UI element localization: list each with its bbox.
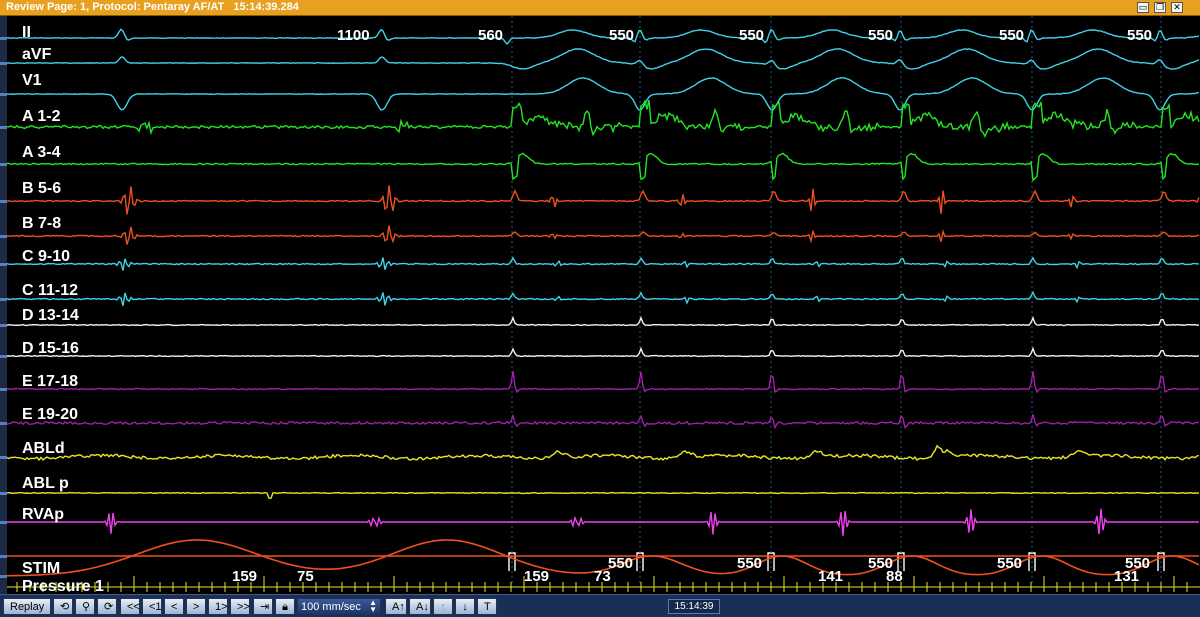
cycle-length-bottom: 550 [737, 555, 763, 572]
trace-aVF [7, 48, 1200, 70]
channel-label-D1314[interactable]: D 13-14 [22, 307, 79, 325]
channel-label-II[interactable]: II [22, 24, 31, 42]
channel-label-aVF[interactable]: aVF [22, 46, 51, 64]
cycle-length-top: 550 [739, 27, 765, 44]
ecg-trace-area [7, 16, 1200, 592]
channel-gain-handle[interactable] [0, 235, 7, 238]
interval-measure: 159 [232, 568, 258, 585]
trace-D1516 [7, 346, 1200, 358]
nav-prev-page-button[interactable]: <1 [142, 598, 162, 615]
channel-label-C1112[interactable]: C 11-12 [22, 282, 78, 300]
channel-gain-handle[interactable] [0, 388, 7, 391]
channel-gain-handle[interactable] [0, 422, 7, 425]
channel-gain-handle[interactable] [0, 163, 7, 166]
cycle-length-bottom: 550 [608, 555, 634, 572]
trace-E1920 [7, 413, 1200, 430]
end-icon[interactable]: ⇥ [253, 598, 273, 615]
time-readout: 15:14:39 [668, 599, 720, 614]
cycle-length-top: 550 [999, 27, 1025, 44]
cycle-length-top: 560 [478, 27, 504, 44]
trace-B78 [7, 225, 1200, 245]
channel-label-RVAp[interactable]: RVAp [22, 506, 64, 524]
minimize-button[interactable]: ▭ [1137, 2, 1149, 13]
channel-label-E1718[interactable]: E 17-18 [22, 373, 78, 391]
channel-gain-handle[interactable] [0, 355, 7, 358]
title-bar: Review Page: 1, Protocol: Pentaray AF/AT… [0, 0, 1200, 16]
channel-gain-handle[interactable] [0, 521, 7, 524]
nav-first-button[interactable]: << [120, 598, 140, 615]
trace-D1314 [7, 316, 1200, 327]
channel-gain-handle[interactable] [0, 37, 7, 40]
channel-label-A12[interactable]: A 1-2 [22, 108, 61, 126]
nav-last-button[interactable]: >> [230, 598, 250, 615]
cycle-length-top: 550 [609, 27, 635, 44]
forward-icon[interactable]: ⟳ [97, 598, 117, 615]
interval-measure: 73 [594, 568, 611, 585]
trace-B56 [7, 185, 1200, 215]
nav-next-page-button[interactable]: 1> [208, 598, 228, 615]
cycle-length-bottom: 550 [997, 555, 1023, 572]
trace-RVAp [7, 508, 1199, 536]
channel-gain-handle[interactable] [0, 324, 7, 327]
cycle-length-top: 550 [868, 27, 894, 44]
sweep-speed-value: 100 mm/sec [301, 601, 361, 613]
channel-label-ABLp[interactable]: ABL p [22, 475, 69, 493]
trace-C1112 [7, 290, 1200, 306]
trace-C910 [7, 256, 1200, 271]
trace-V1 [7, 77, 1200, 111]
restore-button[interactable]: ❐ [1154, 2, 1166, 13]
channel-label-B56[interactable]: B 5-6 [22, 180, 61, 198]
channel-label-STIM[interactable]: STIM [22, 560, 60, 578]
replay-button[interactable]: Replay [3, 598, 51, 615]
interval-measure: 88 [886, 568, 903, 585]
search-icon[interactable]: ⚲ [75, 598, 95, 615]
cycle-length-top: 1100 [337, 27, 370, 44]
move-up-button[interactable]: ↑ [433, 598, 453, 615]
channel-gain-handle[interactable] [0, 492, 7, 495]
channel-label-B78[interactable]: B 7-8 [22, 215, 61, 233]
review-toolbar: Replay ⟲ ⚲ ⟳ << <1 < > 1> >> ⇥ 🔒︎ 100 mm… [0, 594, 1200, 617]
channel-label-A34[interactable]: A 3-4 [22, 144, 61, 162]
channel-gain-handle[interactable] [0, 575, 7, 578]
move-down-button[interactable]: ↓ [455, 598, 475, 615]
channel-gain-handle[interactable] [0, 263, 7, 266]
channel-label-D1516[interactable]: D 15-16 [22, 340, 79, 358]
interval-measure: 159 [524, 568, 550, 585]
spinner-icon: ▲ ▼ [369, 598, 377, 614]
channel-label-E1920[interactable]: E 19-20 [22, 406, 78, 424]
nav-prev-button[interactable]: < [164, 598, 184, 615]
channel-label-V1[interactable]: V1 [22, 72, 42, 90]
channel-gain-handle[interactable] [0, 200, 7, 203]
channel-label-ABLd[interactable]: ABLd [22, 440, 65, 458]
channel-traces [7, 28, 1200, 577]
text-annotation-button[interactable]: T [477, 598, 497, 615]
trace-E1718 [7, 371, 1200, 394]
channel-gain-handle[interactable] [0, 298, 7, 301]
sweep-speed-select[interactable]: 100 mm/sec ▲ ▼ [297, 598, 381, 615]
window-title: Review Page: 1, Protocol: Pentaray AF/AT… [6, 1, 299, 13]
channel-label-C910[interactable]: C 9-10 [22, 248, 70, 266]
stimulus-markers [508, 16, 1165, 586]
amplitude-up-button[interactable]: A↑ [385, 598, 407, 615]
interval-measure: 75 [297, 568, 314, 585]
interval-measure: 131 [1114, 568, 1140, 585]
trace-ABLp [7, 491, 1200, 499]
amplitude-down-button[interactable]: A↓ [409, 598, 431, 615]
trace-A12 [7, 99, 1200, 139]
nav-next-button[interactable]: > [186, 598, 206, 615]
lock-icon[interactable]: 🔒︎ [275, 598, 295, 615]
channel-gain-handle[interactable] [0, 93, 7, 96]
rewind-icon[interactable]: ⟲ [53, 598, 73, 615]
cycle-length-top: 550 [1127, 27, 1153, 44]
channel-gain-handle[interactable] [0, 62, 7, 65]
channel-gain-handle[interactable] [0, 126, 7, 129]
trace-ABLd [7, 444, 1200, 462]
interval-measure: 141 [818, 568, 844, 585]
channel-gain-strip[interactable] [0, 16, 7, 594]
channel-gain-handle[interactable] [0, 456, 7, 459]
channel-gain-handle[interactable] [0, 555, 7, 558]
close-button[interactable]: ✕ [1171, 2, 1183, 13]
trace-A34 [7, 152, 1199, 182]
